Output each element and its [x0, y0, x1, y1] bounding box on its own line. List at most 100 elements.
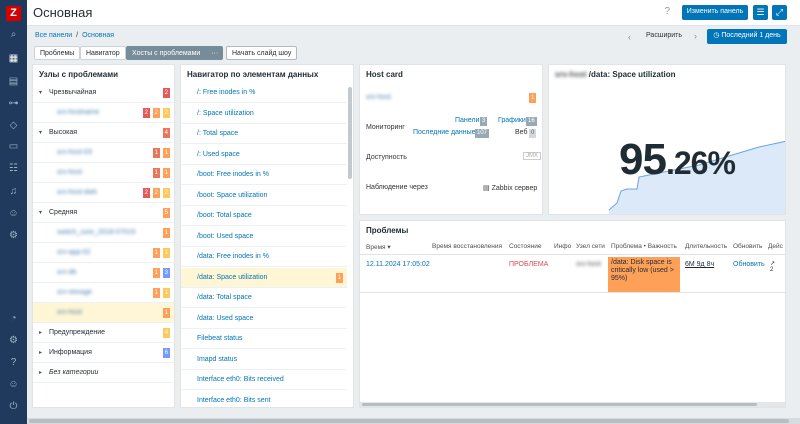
item-name[interactable]: /: Total space	[197, 130, 238, 137]
page-scrollbar[interactable]	[27, 418, 800, 424]
settings-icon[interactable]: ⚙	[7, 229, 20, 242]
item-name[interactable]: /data: Used space	[197, 315, 253, 322]
tab-navigator[interactable]: Навигатор	[80, 46, 126, 60]
host-row[interactable]: srv-host 1	[33, 303, 174, 323]
prev-period-icon[interactable]: ‹	[628, 32, 631, 42]
item-name[interactable]: Imapd status	[197, 356, 237, 363]
host-problem-count[interactable]: 2	[152, 188, 160, 198]
navigator-item[interactable]: /: Space utilization	[181, 104, 347, 124]
host-problem-count[interactable]: 1	[152, 288, 160, 298]
host-problem-count[interactable]: 1	[152, 148, 160, 158]
tab-hosts-with-problems[interactable]: Хосты с проблемами ···	[126, 46, 224, 61]
graphs-link[interactable]: Графики	[498, 117, 526, 124]
host-row[interactable]: srv-hostname 2 2 2	[33, 103, 174, 123]
severity-count[interactable]: 2	[162, 88, 170, 98]
severity-count[interactable]: 5	[162, 208, 170, 218]
item-name[interactable]: /boot: Free inodes in %	[197, 171, 269, 178]
alerts-icon[interactable]: ♫	[7, 185, 20, 198]
item-name[interactable]: /boot: Used space	[197, 233, 253, 240]
navigator-item[interactable]: Filebeat status	[181, 329, 347, 349]
navigator-item[interactable]: /boot: Total space	[181, 206, 347, 226]
chevron-down-icon[interactable]: ▾	[39, 209, 42, 216]
col-time[interactable]: Время ▾	[366, 243, 391, 251]
severity-group[interactable]: ▾ Средняя 5	[33, 203, 174, 223]
host-problem-count[interactable]: 2	[162, 188, 170, 198]
host-problem-count[interactable]: 2	[152, 108, 160, 118]
severity-group[interactable]: ▸ Информация 6	[33, 343, 174, 363]
signout-icon[interactable]: ⏻	[7, 400, 20, 413]
host-row[interactable]: srv-app-02 1 1	[33, 243, 174, 263]
menu-button[interactable]: ☰	[753, 5, 768, 20]
host-row[interactable]: switch_core_2018-07019 1	[33, 223, 174, 243]
tab-problems[interactable]: Проблемы	[34, 46, 81, 60]
start-slideshow-button[interactable]: Начать слайд шоу	[226, 46, 298, 60]
user-settings-icon[interactable]: ☺	[7, 378, 20, 391]
host-row[interactable]: srv-host-dwh 2 2 2	[33, 183, 174, 203]
dashboards-link[interactable]: Панели	[455, 117, 479, 124]
navigator-item[interactable]: Imapd status	[181, 350, 347, 370]
update-link[interactable]: Обновить	[733, 261, 765, 268]
severity-group[interactable]: ▾ Чрезвычайная 2	[33, 83, 174, 103]
severity-group[interactable]: ▾ Высокая 4	[33, 123, 174, 143]
latest-data-link[interactable]: Последние данные	[413, 129, 476, 136]
navigator-item[interactable]: /boot: Used space	[181, 227, 347, 247]
host-problem-count[interactable]: 2	[142, 188, 150, 198]
item-name[interactable]: /boot: Space utilization	[197, 192, 267, 199]
navigator-item[interactable]: Interface eth0: Bits received	[181, 370, 347, 390]
host-problem-count[interactable]: 1	[162, 148, 170, 158]
navigator-item[interactable]: /data: Free inodes in %	[181, 247, 347, 267]
web-label[interactable]: Веб	[515, 129, 528, 136]
problem-host[interactable]: srv-host	[576, 261, 601, 268]
time-range-button[interactable]: ◷ Последний 1 день	[707, 29, 787, 44]
item-name[interactable]: Interface eth0: Bits received	[197, 376, 284, 383]
host-problem-count[interactable]: 2	[162, 108, 170, 118]
navigator-item[interactable]: Interface eth0: Bits sent	[181, 391, 347, 408]
host-problem-count[interactable]: 1	[162, 228, 170, 238]
monitoring-icon[interactable]: ▤	[7, 75, 20, 88]
navigator-item[interactable]: /boot: Space utilization	[181, 186, 347, 206]
item-name[interactable]: Interface eth0: Bits sent	[197, 397, 271, 404]
item-name[interactable]: /data: Total space	[197, 294, 252, 301]
host-row[interactable]: srv-host 1 1	[33, 163, 174, 183]
breadcrumb-all[interactable]: Все панели	[35, 32, 72, 39]
next-period-icon[interactable]: ›	[694, 31, 697, 41]
navigator-item[interactable]: /data: Used space	[181, 309, 347, 329]
severity-count[interactable]: 4	[162, 128, 170, 138]
item-name[interactable]: /data: Free inodes in %	[197, 253, 269, 260]
severity-group[interactable]: ▸ Предупреждение 4	[33, 323, 174, 343]
actions-indicator[interactable]: ↗ 2	[770, 260, 775, 273]
inventory-icon[interactable]: ◇	[7, 119, 20, 132]
tab-options-icon[interactable]: ···	[211, 47, 218, 61]
host-problem-count[interactable]: 2	[142, 108, 150, 118]
zabbix-logo[interactable]: Z	[6, 6, 21, 21]
navigator-item[interactable]: /data: Total space	[181, 288, 347, 308]
breadcrumb-current[interactable]: Основная	[82, 32, 114, 39]
navigator-item[interactable]: /data: Space utilization 1	[181, 267, 347, 288]
problem-description[interactable]: /data: Disk space is critically low (use…	[608, 257, 680, 292]
severity-count[interactable]: 4	[162, 328, 170, 338]
host-problem-count[interactable]: 1	[162, 248, 170, 258]
navigator-scrollbar[interactable]	[348, 87, 352, 179]
severity-count[interactable]: 6	[162, 348, 170, 358]
chevron-down-icon[interactable]: ▾	[39, 89, 42, 96]
host-name[interactable]: srv-app-02	[57, 249, 90, 256]
host-row[interactable]: srv-db 3 1	[33, 263, 174, 283]
host-name[interactable]: srv-host	[57, 169, 82, 176]
item-name[interactable]: /: Free inodes in %	[197, 89, 255, 96]
host-problem-count[interactable]: 1	[152, 168, 160, 178]
network-icon[interactable]: ⊶	[7, 97, 20, 110]
chevron-right-icon[interactable]: ▸	[39, 349, 42, 356]
problem-duration[interactable]: 6М 9д 8ч	[685, 261, 714, 268]
problem-time[interactable]: 12.11.2024 17:05:02	[366, 261, 430, 268]
host-problem-count[interactable]: 1	[162, 168, 170, 178]
chevron-right-icon[interactable]: ▸	[39, 369, 42, 376]
item-name[interactable]: /: Used space	[197, 151, 240, 158]
search-icon[interactable]: ⌕	[7, 28, 20, 41]
chevron-right-icon[interactable]: ▸	[39, 329, 42, 336]
item-problem-count[interactable]: 1	[335, 272, 343, 283]
help-icon[interactable]: ?	[7, 356, 20, 369]
severity-group[interactable]: ▸ Без категории	[33, 363, 174, 383]
horizontal-scrollbar[interactable]	[360, 402, 785, 407]
item-name[interactable]: /: Space utilization	[197, 110, 254, 117]
support-icon[interactable]: ◔	[7, 312, 20, 325]
